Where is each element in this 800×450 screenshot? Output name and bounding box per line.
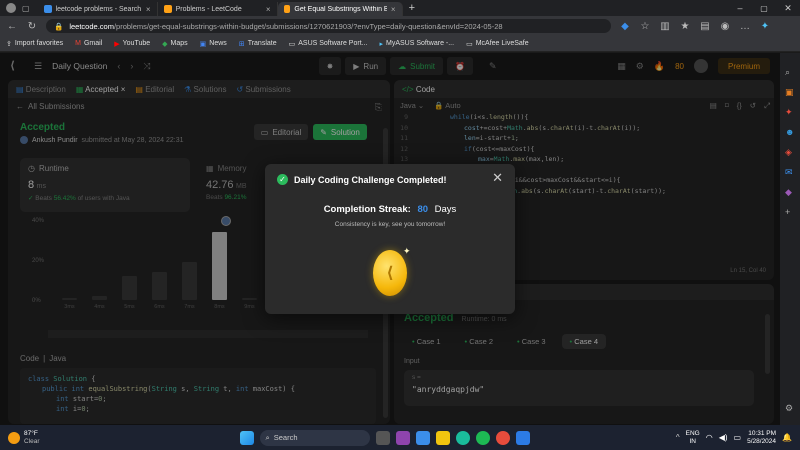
favorites-bar: ⇪ Import favorites M Gmail ▶ YouTube ◆ Maps …	[0, 36, 800, 52]
refresh-icon[interactable]: ↻	[26, 21, 38, 32]
collections-icon[interactable]: ▤	[699, 21, 711, 32]
copilot-icon[interactable]	[395, 430, 410, 445]
address-bar-row: ← ↻ 🔒 leetcode.com/problems/get-equal-su…	[0, 16, 800, 36]
language-indicator[interactable]: ENG IN	[686, 430, 700, 446]
notification-bell-icon[interactable]: 🔔	[782, 433, 792, 442]
windows-start-icon[interactable]	[239, 430, 254, 445]
profile-icon[interactable]: ◉	[719, 21, 731, 32]
modal-message: Consistency is key, see you tomorrow!	[334, 221, 446, 228]
close-icon[interactable]: ×	[146, 5, 151, 14]
window-close-icon[interactable]: ✕	[776, 3, 800, 14]
leetcode-favicon-icon	[283, 5, 291, 13]
fav-import[interactable]: ⇪ Import favorites	[6, 40, 63, 48]
extension-icon[interactable]: ◆	[619, 21, 631, 32]
briefcase-icon[interactable]: ▣	[785, 87, 794, 98]
leetcode-favicon-icon	[163, 5, 172, 13]
file-icon: ▭	[466, 40, 473, 48]
tab-problems[interactable]: Problems - LeetCode ×	[158, 2, 278, 16]
tab-search[interactable]: leetcode problems - Search ×	[38, 2, 158, 16]
streak-line: Completion Streak: 80 Days	[323, 204, 457, 215]
new-tab-icon[interactable]: +	[409, 2, 415, 14]
check-circle-icon: ✓	[277, 174, 288, 185]
search-favicon-icon	[43, 5, 52, 13]
search-icon[interactable]: ⌕	[785, 67, 790, 78]
fav-youtube[interactable]: ▶ YouTube	[114, 40, 150, 48]
file-explorer-icon[interactable]	[435, 430, 450, 445]
translate-icon: ⊞	[238, 40, 245, 48]
streak-count: 80	[417, 204, 429, 215]
chevron-up-icon[interactable]: ^	[676, 433, 680, 442]
close-icon[interactable]: ×	[391, 5, 396, 14]
fav-asus-portal[interactable]: ▭ ASUS Software Port...	[289, 40, 368, 48]
browser-sidebar: ⌕ ▣ ✦ ☻ ◈ ✉ ◆ + ⚙	[780, 53, 800, 425]
person-icon[interactable]: ☻	[785, 127, 794, 137]
fav-myasus[interactable]: ▸ MyASUS Software -...	[379, 40, 454, 48]
clock[interactable]: 10:31 PM 5/28/2024	[747, 430, 776, 446]
browser-profile-icon[interactable]	[6, 3, 16, 13]
copilot-icon[interactable]: ✦	[759, 21, 771, 32]
fav-mcafee[interactable]: ▭ McAfee LiveSafe	[466, 40, 529, 48]
split-screen-icon[interactable]: ▥	[659, 21, 671, 32]
minimize-icon[interactable]: –	[728, 3, 752, 13]
windows-taskbar: 87°F Clear ⌕ Search ^ ENG IN ◠ ◀) ▭ 10:3…	[0, 425, 800, 450]
fav-translate[interactable]: ⊞ Translate	[239, 40, 277, 48]
battery-icon[interactable]: ▭	[734, 433, 742, 442]
tab-actions-icon[interactable]: ▢	[22, 4, 30, 13]
volume-icon[interactable]: ◀)	[719, 433, 728, 442]
challenge-completed-modal: ✓ Daily Coding Challenge Completed! ✕ Co…	[265, 164, 515, 314]
gmail-icon: M	[75, 40, 81, 47]
weather-widget[interactable]: 87°F Clear	[8, 430, 40, 446]
more-icon[interactable]: …	[739, 21, 751, 32]
favorites-icon[interactable]: ★	[679, 21, 691, 32]
games-icon[interactable]: ◆	[785, 187, 792, 198]
task-view-icon[interactable]	[375, 430, 390, 445]
wifi-icon[interactable]: ◠	[706, 433, 713, 442]
sidebar-settings-icon[interactable]: ⚙	[785, 403, 793, 414]
favorite-star-icon[interactable]: ☆	[639, 21, 651, 32]
modal-title: Daily Coding Challenge Completed!	[294, 174, 447, 185]
close-icon[interactable]: ×	[266, 5, 271, 14]
search-icon: ⌕	[265, 432, 270, 442]
lock-icon: 🔒	[54, 21, 64, 31]
sparkle-icon: ✦	[403, 246, 411, 256]
taskbar-search[interactable]: ⌕ Search	[259, 429, 370, 446]
tools-icon[interactable]: ✦	[785, 107, 793, 118]
weather-icon	[8, 431, 20, 444]
fav-news[interactable]: ▣ News	[200, 40, 227, 48]
photos-icon[interactable]	[415, 430, 430, 445]
news-icon: ▣	[199, 40, 207, 48]
asus-icon: ▸	[379, 40, 383, 48]
gold-coin-icon: ⟨	[373, 250, 407, 296]
maps-icon: ◆	[162, 40, 168, 48]
add-icon[interactable]: +	[785, 207, 790, 217]
browser-tab-bar: ▢ leetcode problems - Search × Problems …	[0, 0, 800, 16]
fav-maps[interactable]: ◆ Maps	[162, 40, 188, 48]
store-icon[interactable]	[515, 430, 530, 445]
chrome-icon[interactable]	[495, 430, 510, 445]
maximize-icon[interactable]: ▢	[752, 4, 776, 13]
close-icon[interactable]: ✕	[492, 170, 503, 186]
edge-icon[interactable]	[455, 430, 470, 445]
url-input[interactable]: 🔒 leetcode.com/problems/get-equal-substr…	[46, 19, 611, 33]
import-icon: ⇪	[6, 40, 12, 48]
back-icon[interactable]: ←	[6, 21, 18, 32]
file-icon: ▭	[288, 40, 296, 48]
spotify-icon[interactable]	[475, 430, 490, 445]
tab-active[interactable]: Get Equal Substrings Within Bud... ×	[277, 2, 403, 16]
youtube-icon: ▶	[114, 40, 120, 48]
fav-gmail[interactable]: M Gmail	[75, 40, 102, 47]
outlook-icon[interactable]: ✉	[785, 167, 793, 178]
office-icon[interactable]: ◈	[785, 147, 792, 158]
